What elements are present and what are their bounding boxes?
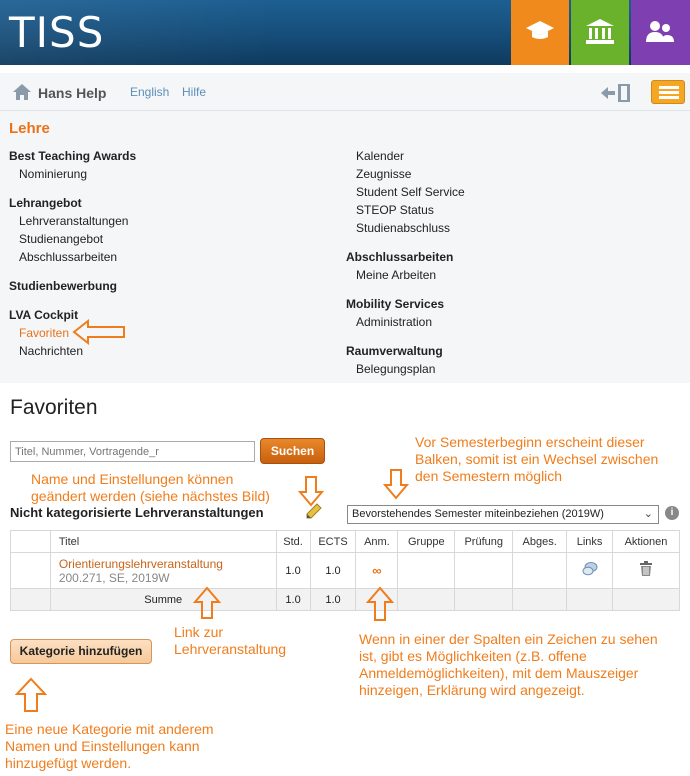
column-header[interactable]: ECTS [309,530,357,553]
menu-item[interactable]: Zeugnisse [356,167,465,185]
building-icon [586,19,614,44]
gruppe-cell [397,552,456,589]
logout-icon[interactable] [600,82,632,104]
page-title: Favoriten [10,396,98,419]
column-header[interactable]: Abges. [512,530,568,553]
arrow-down-annotation [383,469,409,500]
column-header[interactable]: Prüfung [454,530,514,553]
menu-toggle-button[interactable] [651,80,685,104]
menu-item[interactable]: Kalender [356,149,465,167]
arrow-up-annotation [366,586,394,621]
add-category-button[interactable]: Kategorie hinzufügen [10,639,152,664]
pencil-edit-icon[interactable] [306,503,322,519]
tab-community[interactable] [631,0,690,65]
column-header[interactable]: Std. [275,530,311,553]
column-header: Links [566,530,613,553]
sum-ects: 1.0 [309,588,357,611]
aktionen-cell [612,552,680,589]
menu-item[interactable]: STEOP Status [356,203,465,221]
sum-std: 1.0 [275,588,311,611]
menu-item[interactable]: Studienabschluss [356,221,465,239]
graduation-cap-icon [526,21,554,39]
arrow-up-annotation [15,677,47,712]
menu-item[interactable]: Administration [356,315,465,333]
menu-item[interactable]: Studienangebot [19,232,136,250]
table-header-row: Titel Std. ECTS Anm. Gruppe Prüfung Abge… [10,530,680,553]
app-header: TISS [0,0,690,65]
menu-item[interactable]: Meine Arbeiten [356,268,465,286]
info-icon[interactable]: i [665,506,679,520]
menu-heading[interactable]: Abschlussarbeiten [346,250,465,268]
tab-organisation[interactable] [571,0,629,65]
menu-column-right: Kalender Zeugnisse Student Self Service … [346,149,465,380]
course-details: 200.271, SE, 2019W [58,570,170,585]
semester-select[interactable]: Bevorstehendes Semester miteinbeziehen (… [347,505,659,524]
registration-infinity-icon[interactable]: ∞ [372,563,381,578]
menu-heading[interactable]: Studienbewerbung [9,279,136,297]
search-button[interactable]: Suchen [260,438,325,464]
top-navigation: Hans Help English Hilfe [0,73,690,111]
arrow-left-annotation [72,319,125,345]
chat-bubbles-icon[interactable] [582,561,598,577]
menu-heading[interactable]: Lehrangebot [9,196,136,214]
menu-item[interactable]: Lehrveranstaltungen [19,214,136,232]
annotation-semester-bar: Vor Semesterbeginn erscheint dieser Balk… [415,434,659,484]
tiss-logo[interactable]: TISS [9,8,104,57]
annotation-name-settings: Name und Einstellungen können geändert w… [31,471,270,504]
home-icon[interactable] [12,83,32,101]
user-name[interactable]: Hans Help [38,85,106,101]
column-header [10,530,51,553]
sum-label: Summe [49,588,277,611]
lehre-menu-panel: Lehre Best Teaching Awards Nominierung L… [0,111,690,383]
column-header[interactable]: Anm. [355,530,399,553]
annotation-new-category: Eine neue Kategorie mit anderem Namen un… [5,721,214,771]
trash-icon[interactable] [639,561,653,577]
abges-cell [512,552,568,589]
tab-lehre[interactable] [511,0,569,65]
course-link[interactable]: Orientierungslehrveranstaltung [59,557,276,571]
anm-cell: ∞ [355,552,399,589]
search-input[interactable] [10,441,255,462]
menu-heading[interactable]: Best Teaching Awards [9,149,136,167]
help-link[interactable]: Hilfe [182,85,206,99]
table-row: Orientierungslehrveranstaltung 200.271, … [10,552,680,589]
course-title-cell: Orientierungslehrveranstaltung 200.271, … [49,552,277,589]
chevron-down-icon: ⌄ [643,508,653,520]
menu-item[interactable]: Nachrichten [19,344,136,362]
std-cell: 1.0 [275,552,311,589]
people-icon [646,21,674,42]
menu-heading[interactable]: Raumverwaltung [346,344,465,362]
semester-select-value: Bevorstehendes Semester miteinbeziehen (… [352,508,604,520]
column-header[interactable]: Titel [49,530,277,553]
menu-item[interactable]: Nominierung [19,167,136,185]
column-header[interactable]: Gruppe [397,530,456,553]
menu-heading[interactable]: Mobility Services [346,297,465,315]
menu-item[interactable]: Belegungsplan [356,362,465,380]
category-title: Nicht kategorisierte Lehrveranstaltungen [10,505,264,520]
menu-item[interactable]: Abschlussarbeiten [19,250,136,268]
menu-item[interactable]: Student Self Service [356,185,465,203]
language-link[interactable]: English [130,85,169,99]
links-cell [566,552,613,589]
course-table: Titel Std. ECTS Anm. Gruppe Prüfung Abge… [10,530,680,611]
menu-title: Lehre [9,120,50,137]
table-sum-row: Summe 1.0 1.0 [10,588,680,611]
arrow-up-annotation [193,586,221,619]
annotation-course-link: Link zur Lehrveranstaltung [174,624,287,657]
drag-handle-cell [10,552,51,589]
pruefung-cell [454,552,514,589]
annotation-symbol-hint: Wenn in einer der Spalten ein Zeichen zu… [359,631,658,698]
ects-cell: 1.0 [309,552,357,589]
column-header: Aktionen [612,530,680,553]
